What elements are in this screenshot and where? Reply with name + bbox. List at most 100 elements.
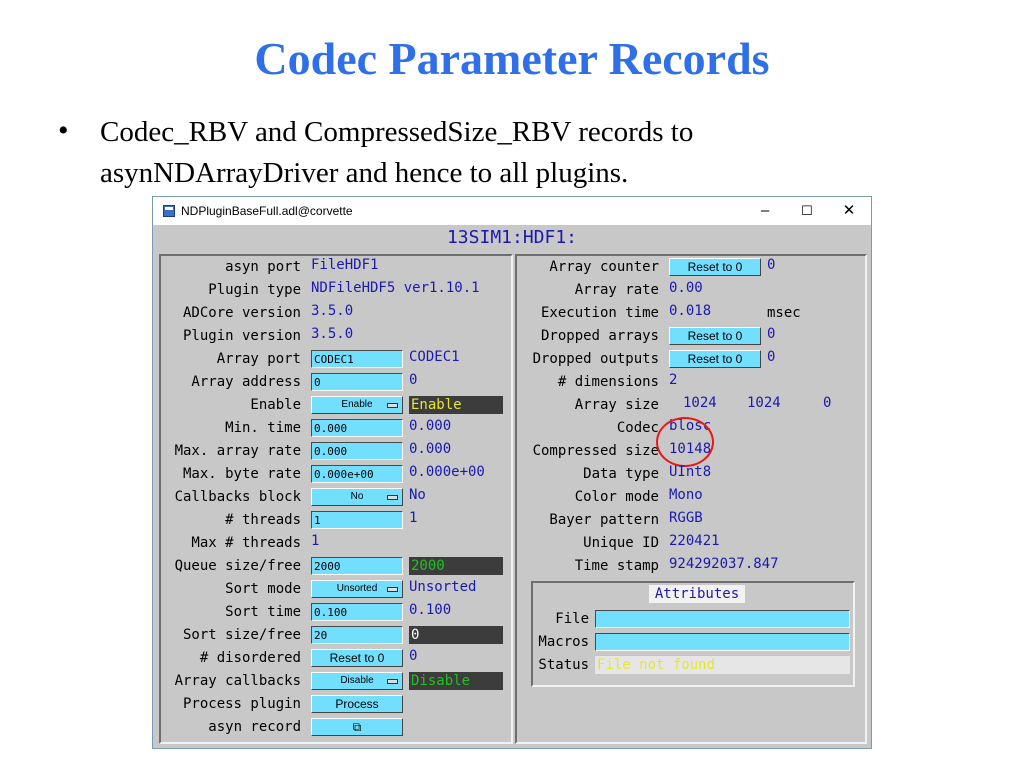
label-plugin-type: Plugin type — [208, 282, 301, 298]
label-compressed-size: Compressed size — [532, 443, 659, 459]
value-array-size-z: 0 — [823, 395, 832, 411]
value-callbacks-block: No — [409, 487, 426, 503]
label-sort-mode: Sort mode — [225, 581, 301, 597]
related-display-icon: ⧉ — [352, 720, 362, 734]
label-adcore-version: ADCore version — [182, 305, 301, 321]
label-asyn-port: asyn port — [225, 259, 301, 275]
label-array-counter: Array counter — [549, 259, 659, 275]
array-port-input[interactable]: CODEC1 — [311, 350, 403, 368]
label-sort-time: Sort time — [225, 604, 301, 620]
value-enable: Enable — [409, 396, 503, 414]
menu-marker-icon — [387, 495, 398, 500]
bullet-dot: • — [58, 114, 69, 147]
window-title: NDPluginBaseFull.adl@corvette — [181, 204, 353, 218]
dropped-outputs-reset-button[interactable]: Reset to 0 — [669, 350, 761, 368]
attributes-title: Attributes — [649, 585, 745, 603]
label-data-type: Data type — [583, 466, 659, 482]
medm-window: NDPluginBaseFull.adl@corvette – ☐ ✕ 13SI… — [152, 196, 872, 749]
value-max-byte-rate: 0.000e+00 — [409, 464, 485, 480]
label-attr-status: Status — [538, 657, 589, 673]
sort-mode-menu[interactable]: Unsorted — [311, 580, 403, 598]
attr-status-value: File not found — [595, 656, 850, 674]
label-attr-macros: Macros — [538, 634, 589, 650]
threads-input[interactable]: 1 — [311, 511, 403, 529]
value-max-array-rate: 0.000 — [409, 441, 452, 457]
value-adcore-version: 3.5.0 — [311, 303, 354, 319]
disordered-reset-button[interactable]: Reset to 0 — [311, 649, 403, 667]
label-max-threads: Max # threads — [191, 535, 301, 551]
value-max-threads: 1 — [311, 533, 320, 549]
value-array-counter: 0 — [767, 257, 776, 273]
value-dimensions: 2 — [669, 372, 678, 388]
label-enable: Enable — [250, 397, 301, 413]
value-dropped-arrays: 0 — [767, 326, 776, 342]
app-icon — [163, 205, 175, 217]
menu-marker-icon — [387, 403, 398, 408]
value-sort-time: 0.100 — [409, 602, 452, 618]
label-callbacks-block: Callbacks block — [174, 489, 301, 505]
asyn-record-button[interactable]: ⧉ — [311, 718, 403, 736]
label-attr-file: File — [555, 611, 589, 627]
value-time-stamp: 924292037.847 — [669, 556, 779, 572]
bullet-text: Codec_RBV and CompressedSize_RBV records… — [100, 116, 694, 189]
label-dropped-arrays: Dropped arrays — [540, 328, 659, 344]
array-address-input[interactable]: 0 — [311, 373, 403, 391]
label-max-array-rate: Max. array rate — [174, 443, 301, 459]
value-sort-mode: Unsorted — [409, 579, 477, 595]
attr-macros-input[interactable] — [595, 633, 850, 651]
label-dimensions: # dimensions — [557, 374, 659, 390]
label-time-stamp: Time stamp — [574, 558, 659, 574]
value-bayer-pattern: RGGB — [669, 510, 703, 526]
max-array-rate-input[interactable]: 0.000 — [311, 442, 403, 460]
value-array-callbacks: Disable — [409, 672, 503, 690]
label-codec: Codec — [616, 420, 659, 436]
label-min-time: Min. time — [225, 420, 301, 436]
value-unique-id: 220421 — [669, 533, 720, 549]
label-array-size: Array size — [574, 397, 659, 413]
enable-menu[interactable]: Enable — [311, 396, 403, 414]
sort-mode-menu-label: Unsorted — [336, 583, 378, 594]
label-unique-id: Unique ID — [583, 535, 659, 551]
slide-title: Codec Parameter Records — [254, 33, 770, 84]
callbacks-block-menu[interactable]: No — [311, 488, 403, 506]
close-button[interactable]: ✕ — [829, 200, 869, 222]
label-asyn-record: asyn record — [208, 719, 301, 735]
maximize-button[interactable]: ☐ — [787, 200, 827, 222]
label-bayer-pattern: Bayer pattern — [549, 512, 659, 528]
highlight-circle — [656, 417, 714, 467]
attr-file-input[interactable] — [595, 610, 850, 628]
queue-size-input[interactable]: 2000 — [311, 557, 403, 575]
array-callbacks-menu[interactable]: Disable — [311, 672, 403, 690]
label-execution-time: Execution time — [540, 305, 659, 321]
execution-time-unit: msec — [767, 305, 801, 321]
value-execution-time: 0.018 — [669, 303, 712, 319]
window-titlebar: NDPluginBaseFull.adl@corvette – ☐ ✕ — [153, 197, 871, 225]
value-sort-free: 0 — [409, 626, 503, 644]
sort-time-input[interactable]: 0.100 — [311, 603, 403, 621]
value-plugin-type: NDFileHDF5 ver1.10.1 — [311, 280, 480, 296]
value-disordered: 0 — [409, 648, 418, 664]
label-array-port: Array port — [216, 351, 301, 367]
label-max-byte-rate: Max. byte rate — [182, 466, 301, 482]
enable-menu-label: Enable — [341, 399, 373, 410]
dropped-arrays-reset-button[interactable]: Reset to 0 — [669, 327, 761, 345]
value-plugin-version: 3.5.0 — [311, 326, 354, 342]
min-time-input[interactable]: 0.000 — [311, 419, 403, 437]
value-array-rate: 0.00 — [669, 280, 703, 296]
value-array-size-y: 1024 — [747, 395, 781, 411]
array-counter-reset-button[interactable]: Reset to 0 — [669, 258, 761, 276]
value-queue-free: 2000 — [409, 557, 503, 575]
max-byte-rate-input[interactable]: 0.000e+00 — [311, 465, 403, 483]
label-array-address: Array address — [191, 374, 301, 390]
value-array-size-x: 1024 — [683, 395, 717, 411]
menu-marker-icon — [387, 587, 398, 592]
screen-title: 13SIM1:HDF1: — [446, 227, 578, 248]
label-color-mode: Color mode — [574, 489, 659, 505]
menu-marker-icon — [387, 679, 398, 684]
sort-size-input[interactable]: 20 — [311, 626, 403, 644]
process-button[interactable]: Process — [311, 695, 403, 713]
array-callbacks-menu-label: Disable — [340, 675, 374, 686]
value-threads: 1 — [409, 510, 418, 526]
minimize-button[interactable]: – — [745, 200, 785, 222]
label-dropped-outputs: Dropped outputs — [532, 351, 659, 367]
